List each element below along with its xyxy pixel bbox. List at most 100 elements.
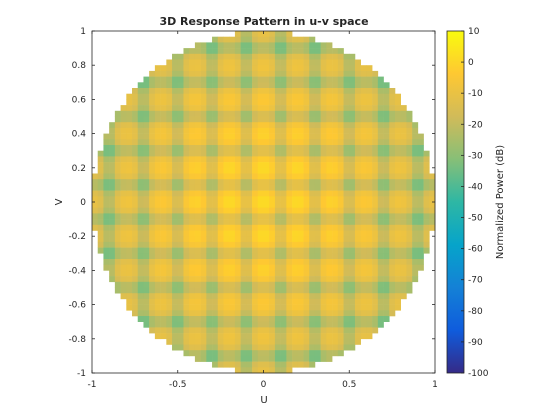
- heatmap-cell: [252, 82, 259, 89]
- heatmap-cell: [417, 179, 424, 186]
- heatmap-cell: [292, 321, 299, 328]
- heatmap-cell: [263, 184, 270, 191]
- heatmap-cell: [217, 344, 224, 351]
- heatmap-cell: [97, 236, 104, 243]
- heatmap-cell: [383, 139, 390, 146]
- heatmap-cell: [274, 310, 281, 317]
- heatmap-cell: [263, 264, 270, 271]
- heatmap-cell: [303, 139, 310, 146]
- heatmap-cell: [274, 99, 281, 106]
- heatmap-cell: [320, 264, 327, 271]
- heatmap-cell: [400, 133, 407, 140]
- heatmap-cell: [240, 156, 247, 163]
- heatmap-cell: [160, 316, 167, 322]
- heatmap-cell: [194, 167, 201, 174]
- heatmap-cell: [194, 42, 201, 49]
- heatmap-cell: [234, 156, 241, 163]
- heatmap-cell: [337, 48, 344, 55]
- heatmap-cell: [292, 184, 299, 191]
- heatmap-cell: [154, 321, 161, 328]
- heatmap-cell: [354, 293, 361, 300]
- heatmap-cell: [320, 122, 327, 129]
- heatmap-cell: [343, 150, 350, 157]
- heatmap-cell: [309, 253, 316, 260]
- heatmap-cell: [406, 259, 413, 265]
- heatmap-cell: [132, 281, 139, 288]
- heatmap-cell: [166, 270, 173, 277]
- heatmap-cell: [97, 224, 104, 231]
- heatmap-cell: [400, 139, 407, 146]
- heatmap-cell: [166, 247, 173, 254]
- heatmap-cell: [132, 207, 139, 214]
- heatmap-cell: [337, 133, 344, 140]
- y-tick-label: -0.4: [68, 266, 86, 276]
- heatmap-cell: [292, 333, 299, 340]
- heatmap-cell: [126, 139, 133, 146]
- heatmap-cell: [354, 179, 361, 186]
- heatmap-cell: [240, 76, 247, 83]
- heatmap-cell: [349, 236, 356, 243]
- heatmap-cell: [360, 264, 367, 271]
- heatmap-cell: [246, 304, 253, 311]
- heatmap-cell: [160, 196, 167, 203]
- heatmap-cell: [189, 304, 196, 311]
- heatmap-cell: [154, 105, 161, 112]
- heatmap-cell: [354, 327, 361, 334]
- heatmap-cell: [303, 253, 310, 260]
- heatmap-cell: [149, 127, 156, 134]
- heatmap-cell: [263, 190, 270, 197]
- heatmap-cell: [103, 133, 110, 140]
- heatmap-cell: [366, 150, 373, 157]
- heatmap-cell: [252, 264, 259, 271]
- heatmap-cell: [286, 162, 293, 169]
- heatmap-cell: [217, 145, 224, 151]
- heatmap-cell: [297, 179, 304, 186]
- heatmap-cell: [120, 196, 127, 203]
- heatmap-cell: [389, 259, 396, 265]
- heatmap-cell: [143, 196, 150, 203]
- heatmap-cell: [166, 207, 173, 214]
- heatmap-cell: [189, 116, 196, 123]
- heatmap-cell: [337, 321, 344, 328]
- heatmap-cell: [366, 333, 373, 340]
- heatmap-cell: [166, 230, 173, 237]
- heatmap-cell: [417, 196, 424, 203]
- heatmap-cell: [257, 259, 264, 265]
- heatmap-cell: [132, 213, 139, 220]
- heatmap-cell: [206, 156, 213, 163]
- heatmap-cell: [126, 264, 133, 271]
- heatmap-cell: [383, 236, 390, 243]
- heatmap-cell: [183, 321, 190, 328]
- heatmap-cell: [217, 224, 224, 231]
- heatmap-cell: [160, 167, 167, 174]
- heatmap-cell: [160, 276, 167, 283]
- heatmap-cell: [280, 281, 287, 288]
- heatmap-cell: [263, 321, 270, 328]
- heatmap-cell: [314, 253, 321, 260]
- heatmap-cell: [274, 350, 281, 357]
- heatmap-cell: [246, 184, 253, 191]
- heatmap-cell: [417, 241, 424, 248]
- heatmap-cell: [326, 241, 333, 248]
- heatmap-cell: [400, 196, 407, 203]
- heatmap-cell: [263, 110, 270, 117]
- heatmap-cell: [172, 173, 179, 180]
- heatmap-cell: [234, 321, 241, 328]
- heatmap-cell: [389, 162, 396, 169]
- heatmap-cell: [349, 293, 356, 300]
- heatmap-cell: [212, 48, 219, 55]
- heatmap-cell: [177, 344, 184, 351]
- heatmap-cell: [252, 259, 259, 265]
- heatmap-cell: [349, 105, 356, 112]
- heatmap-cell: [154, 139, 161, 146]
- heatmap-cell: [366, 167, 373, 174]
- heatmap-cell: [177, 133, 184, 140]
- heatmap-cell: [160, 122, 167, 129]
- heatmap-cell: [366, 230, 373, 237]
- heatmap-cell: [360, 133, 367, 140]
- heatmap-cell: [246, 202, 253, 208]
- heatmap-cell: [217, 259, 224, 265]
- heatmap-cell: [194, 88, 201, 94]
- heatmap-cell: [263, 179, 270, 186]
- heatmap-cell: [212, 344, 219, 351]
